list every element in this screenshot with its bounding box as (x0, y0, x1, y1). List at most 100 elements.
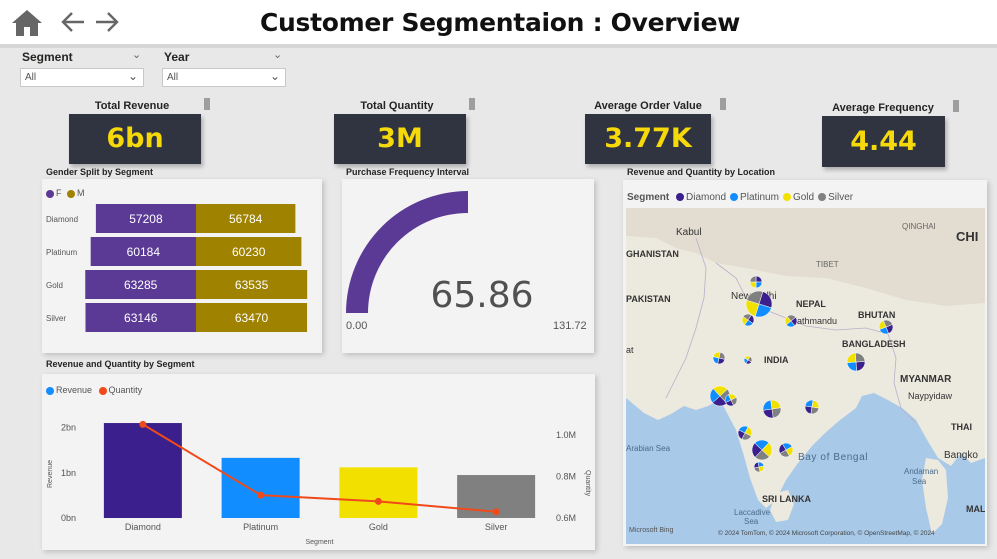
gender-value-f: 60184 (127, 245, 161, 259)
kpi-tab (469, 98, 475, 110)
location-pie[interactable] (751, 439, 773, 461)
segment-dropdown[interactable]: All ⌄ (20, 68, 144, 87)
back-arrow-icon[interactable] (60, 10, 86, 34)
right-axis-title: Quantity (584, 470, 591, 497)
map-legend-marker (676, 193, 685, 202)
map-label-laccadive-sea-2: Sea (744, 517, 759, 526)
gender-category-label: Platinum (46, 248, 77, 257)
combo-title: Revenue and Quantity by Segment (46, 359, 195, 369)
right-tick-label: 0.8M (556, 471, 576, 481)
location-map[interactable]: Kabul GHANISTAN PAKISTAN at New Delhi NE… (626, 208, 985, 544)
map-label-qinghai: QINGHAI (902, 222, 936, 231)
map-label-bay-of-bengal: Bay of Bengal (798, 452, 868, 463)
map-legend-title: Segment (627, 192, 670, 203)
gender-value-m: 63470 (235, 311, 269, 325)
map-label-kabul: Kabul (676, 227, 702, 238)
left-tick-label: 1bn (61, 468, 76, 478)
forward-arrow-icon[interactable] (94, 10, 120, 34)
x-category-label: Platinum (243, 522, 278, 532)
average-order-value-label: Average Order Value (594, 100, 702, 112)
gender-category-label: Gold (46, 281, 63, 290)
location-pie[interactable] (712, 351, 726, 365)
quantity-point[interactable] (257, 491, 265, 499)
map-label-at: at (626, 345, 634, 355)
gender-value-m: 56784 (229, 212, 263, 226)
year-dropdown-value: All (167, 72, 179, 83)
map-legend-marker (730, 193, 739, 202)
total-revenue-value: 6bn (69, 114, 201, 164)
quantity-point[interactable] (139, 420, 147, 428)
revenue-bar[interactable] (339, 467, 418, 518)
location-pie[interactable] (878, 319, 894, 335)
map-label-pakistan: PAKISTAN (626, 294, 671, 304)
location-pie[interactable] (784, 314, 798, 328)
map-legend-label: Gold (792, 192, 815, 203)
map-legend-marker (782, 193, 791, 202)
average-order-value-value: 3.77K (585, 114, 711, 164)
location-pie[interactable] (737, 425, 753, 441)
location-pie[interactable] (743, 355, 753, 365)
location-pie[interactable] (762, 399, 782, 419)
map-label-sri-lanka: SRI LANKA (762, 494, 811, 504)
home-icon[interactable] (10, 8, 44, 38)
map-label-maldives: MAL (966, 504, 985, 514)
right-tick-label: 1.0M (556, 430, 576, 440)
top-bar-divider (0, 44, 997, 48)
map-label-myanmar: MYANMAR (900, 374, 952, 385)
gauge-card: 65.86 0.00 131.72 (342, 179, 594, 353)
map-label-india: INDIA (764, 355, 789, 365)
revenue-bar[interactable] (221, 457, 300, 518)
kpi-tab (953, 100, 959, 112)
map-card: Segment Diamond Platinum Gold Silver Kabul … (623, 180, 987, 546)
gender-split-chart: Diamond 57208 56784 Platinum 60184 60230 Gold 6… (46, 204, 308, 332)
bing-logo: Microsoft Bing (629, 527, 674, 534)
map-legend-items: Diamond Platinum Gold Silver (672, 192, 853, 203)
chevron-down-icon[interactable]: ⌄ (273, 48, 282, 61)
kpi-tab (720, 98, 726, 110)
gender-value-m: 60230 (232, 245, 266, 259)
map-legend-label: Silver (828, 192, 854, 203)
location-pie[interactable] (741, 313, 755, 327)
map-label-naypyidaw: Naypyidaw (908, 391, 953, 401)
total-quantity-value: 3M (334, 114, 466, 164)
map-label-arabian-sea: Arabian Sea (626, 444, 671, 453)
location-pie[interactable] (724, 393, 738, 407)
x-category-label: Gold (369, 522, 388, 532)
quantity-point[interactable] (374, 497, 382, 505)
location-pie[interactable] (846, 352, 866, 372)
right-tick-label: 0.6M (556, 513, 576, 523)
chevron-down-icon[interactable]: ⌄ (132, 48, 141, 61)
location-pie[interactable] (804, 399, 820, 415)
kpi-tab (204, 98, 210, 110)
year-dropdown[interactable]: All ⌄ (162, 68, 286, 87)
map-label-bangladesh: BANGLADESH (842, 339, 906, 349)
location-pie[interactable] (745, 290, 773, 318)
map-label-afghanistan: GHANISTAN (626, 249, 679, 259)
total-revenue-label: Total Revenue (94, 100, 170, 112)
average-frequency-label: Average Frequency (832, 102, 934, 114)
average-frequency-value: 4.44 (822, 116, 945, 167)
gender-value-f: 63146 (124, 311, 158, 325)
map-label-laccadive-sea: Laccadive (734, 508, 771, 517)
gender-category-label: Silver (46, 314, 66, 323)
location-pie[interactable] (749, 275, 763, 289)
gender-split-title: Gender Split by Segment (46, 167, 154, 177)
location-pie[interactable] (778, 442, 794, 458)
map-title: Revenue and Quantity by Location (627, 167, 776, 177)
gender-split-card: F M Diamond 57208 56784 Platinum 60184 60230 G… (42, 179, 322, 353)
total-quantity-label: Total Quantity (360, 100, 434, 112)
map-label-nepal: NEPAL (796, 299, 826, 309)
quantity-line (142, 423, 497, 513)
gauge-value: 65.86 (430, 275, 534, 316)
quantity-point[interactable] (492, 508, 500, 516)
gauge-max-label: 131.72 (553, 320, 587, 332)
map-attribution: © 2024 TomTom, © 2024 Microsoft Corporat… (718, 530, 935, 537)
revenue-bar[interactable] (103, 423, 182, 518)
map-label-andaman-sea: Andaman (904, 467, 938, 476)
map-legend-marker (818, 193, 827, 202)
map-legend-label: Platinum (740, 192, 779, 203)
location-pie[interactable] (753, 461, 765, 473)
gender-category-label: Diamond (46, 215, 78, 224)
gender-value-f: 63285 (124, 278, 158, 292)
year-slicer-label: Year (164, 50, 190, 64)
